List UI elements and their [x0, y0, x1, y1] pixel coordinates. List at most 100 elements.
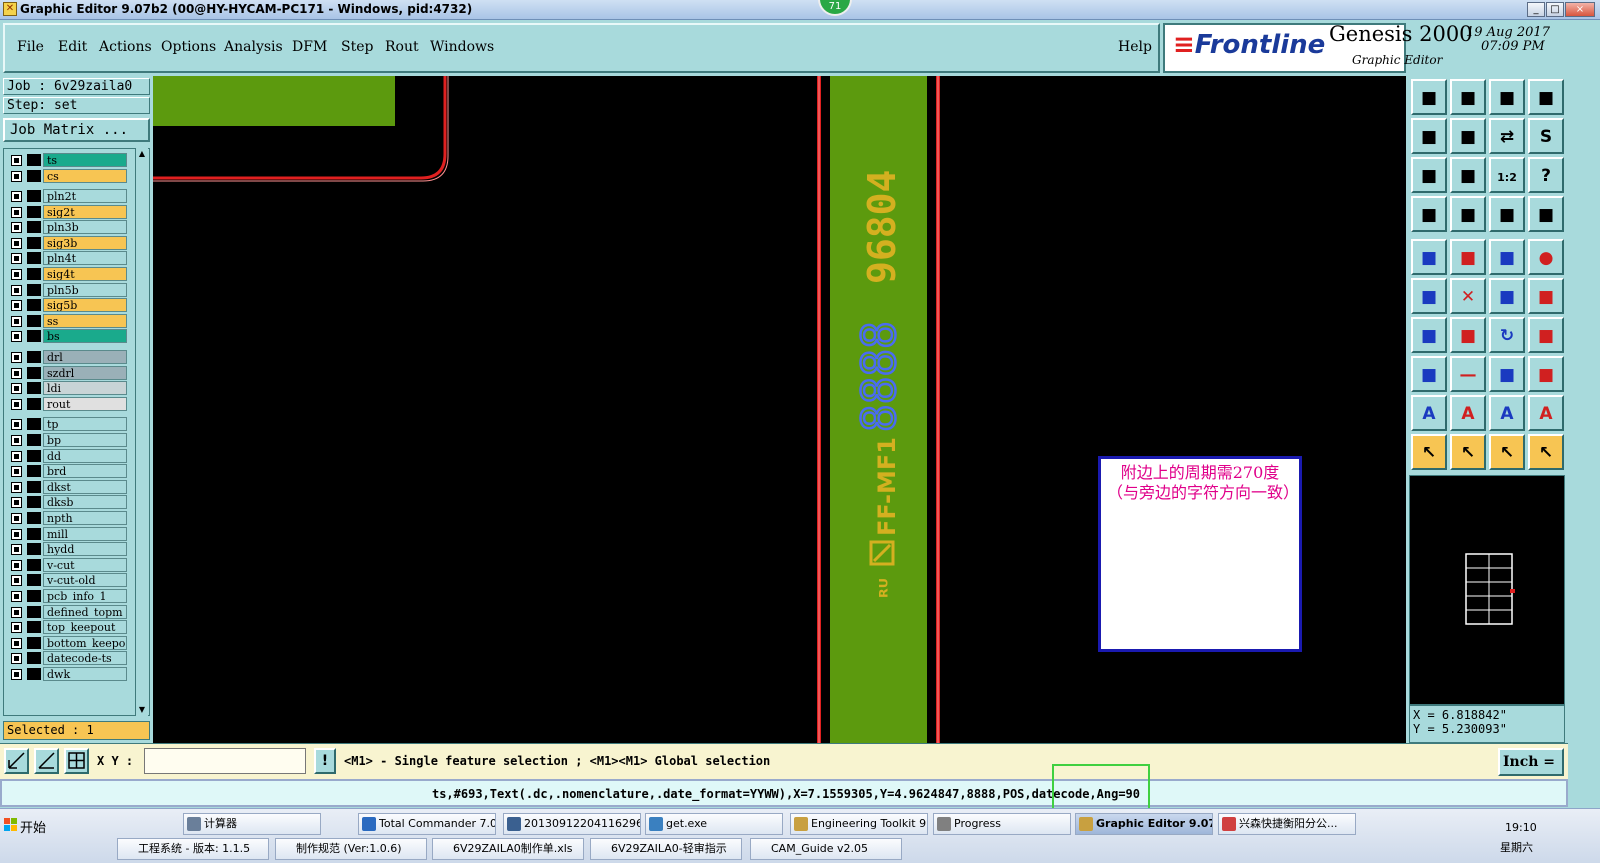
- tool-button-home[interactable]: ■: [1411, 79, 1447, 115]
- layer-row[interactable]: bp: [7, 433, 127, 447]
- tool-button-copy[interactable]: ■: [1528, 278, 1564, 314]
- tool-button-text-a[interactable]: A: [1489, 395, 1525, 431]
- snap-tool-button[interactable]: [4, 748, 29, 774]
- layer-row[interactable]: pln3b: [7, 220, 127, 235]
- taskbar-button[interactable]: Progress: [933, 813, 1071, 835]
- layer-checkbox[interactable]: [11, 383, 22, 395]
- xy-input[interactable]: [144, 748, 306, 774]
- layer-swatch[interactable]: [27, 512, 41, 524]
- layer-checkbox[interactable]: [11, 606, 22, 618]
- layer-name[interactable]: sig3b: [43, 235, 127, 250]
- layer-swatch[interactable]: [27, 480, 41, 493]
- layer-row[interactable]: sig3b: [7, 235, 127, 250]
- layer-checkbox[interactable]: [11, 637, 22, 649]
- tool-button-grid[interactable]: ■: [1450, 196, 1486, 232]
- layer-name[interactable]: drl: [43, 350, 127, 364]
- layer-name[interactable]: sig4t: [43, 267, 127, 281]
- taskbar-button[interactable]: Engineering Toolkit 9....: [790, 813, 928, 835]
- tool-button-help[interactable]: ?: [1528, 157, 1564, 193]
- layer-checkbox[interactable]: [11, 591, 22, 602]
- taskbar-button-secondary[interactable]: 工程系统 - 版本: 1.1.5: [117, 838, 269, 860]
- layer-name[interactable]: hydd: [43, 542, 127, 557]
- layer-swatch[interactable]: [27, 543, 41, 556]
- layer-swatch[interactable]: [27, 605, 41, 618]
- layer-name[interactable]: sig2t: [43, 204, 127, 219]
- tool-button-circle[interactable]: ●: [1528, 239, 1564, 275]
- windows-start-icon[interactable]: [4, 817, 18, 831]
- tool-button-pad-edit[interactable]: ■: [1411, 356, 1447, 392]
- layer-checkbox[interactable]: [11, 481, 22, 493]
- menu-edit[interactable]: Edit: [58, 39, 87, 55]
- mark-text[interactable]: FF-MF1: [873, 437, 901, 536]
- taskbar-button[interactable]: Total Commander 7.0...: [358, 813, 496, 835]
- layer-swatch[interactable]: [27, 221, 41, 234]
- layer-scrollbar[interactable]: ▲ ▼: [135, 148, 148, 716]
- layer-row[interactable]: sig2t: [7, 204, 127, 219]
- menu-windows[interactable]: Windows: [430, 39, 494, 55]
- layer-checkbox[interactable]: [11, 352, 22, 363]
- menu-rout[interactable]: Rout: [385, 39, 419, 55]
- close-button[interactable]: ×: [1565, 2, 1595, 17]
- drawing-canvas[interactable]: 96804 8888 FF-MF1 ᴿᵁ 附边上的周期需270度（与旁边的字符方…: [153, 76, 1406, 743]
- layer-swatch[interactable]: [27, 190, 41, 202]
- tool-button-layers[interactable]: ■: [1489, 196, 1525, 232]
- scroll-up-icon[interactable]: ▲: [136, 148, 148, 160]
- layer-row[interactable]: rout: [7, 396, 127, 411]
- tool-button-select-net[interactable]: ↖: [1528, 434, 1564, 470]
- layer-checkbox[interactable]: [11, 669, 22, 680]
- tool-button-zoom[interactable]: ■: [1450, 157, 1486, 193]
- layer-row[interactable]: bs: [7, 329, 127, 344]
- layer-checkbox[interactable]: [11, 206, 22, 218]
- layer-name[interactable]: sig5b: [43, 298, 127, 313]
- menu-options[interactable]: Options: [161, 39, 216, 55]
- layer-swatch[interactable]: [27, 418, 41, 431]
- layer-name[interactable]: bp: [43, 433, 127, 447]
- layer-name[interactable]: pcb_info_1: [43, 589, 127, 603]
- layer-checkbox[interactable]: [11, 559, 22, 571]
- layer-name[interactable]: bs: [43, 329, 127, 344]
- layer-swatch[interactable]: [27, 205, 41, 218]
- layer-name[interactable]: dwk: [43, 667, 127, 681]
- layer-row[interactable]: dksb: [7, 495, 127, 510]
- layer-row[interactable]: drl: [7, 350, 127, 364]
- layer-name[interactable]: pln2t: [43, 189, 127, 203]
- tool-button-pan-right[interactable]: ■: [1450, 118, 1486, 154]
- layer-row[interactable]: tp: [7, 417, 127, 432]
- tool-button-ruler[interactable]: ■: [1489, 239, 1525, 275]
- datecode-text-blue[interactable]: 8888: [851, 320, 908, 433]
- menu-step[interactable]: Step: [341, 39, 373, 55]
- taskbar-button-secondary[interactable]: 6V29ZAILA0-轻审指示: [590, 838, 742, 860]
- layer-row[interactable]: sig4t: [7, 267, 127, 281]
- layer-checkbox[interactable]: [11, 497, 22, 509]
- layer-swatch[interactable]: [27, 449, 41, 462]
- layer-row[interactable]: szdrl: [7, 365, 127, 380]
- layer-checkbox[interactable]: [11, 300, 22, 312]
- menu-analysis[interactable]: Analysis: [224, 39, 283, 55]
- layer-name[interactable]: top_keepout: [43, 620, 127, 635]
- tool-button-move[interactable]: ■: [1489, 278, 1525, 314]
- layer-swatch[interactable]: [27, 434, 41, 446]
- layer-swatch[interactable]: [27, 590, 41, 602]
- taskbar-button-secondary[interactable]: CAM_Guide v2.05: [750, 838, 902, 860]
- layer-checkbox[interactable]: [11, 450, 22, 462]
- tool-button-text[interactable]: A: [1411, 395, 1447, 431]
- layer-row[interactable]: ts: [7, 153, 127, 167]
- clock[interactable]: 19:10: [1505, 821, 1537, 834]
- layer-name[interactable]: npth: [43, 511, 127, 525]
- tool-button-minus[interactable]: —: [1450, 356, 1486, 392]
- tool-button-rotate[interactable]: ↻: [1489, 317, 1525, 353]
- layer-name[interactable]: mill: [43, 526, 127, 541]
- layer-checkbox[interactable]: [11, 653, 22, 665]
- taskbar-button-secondary[interactable]: 6V29ZAILA0制作单.xls: [432, 838, 584, 860]
- layer-row[interactable]: dd: [7, 448, 127, 463]
- layer-checkbox[interactable]: [11, 191, 22, 202]
- layer-row[interactable]: top_keepout: [7, 620, 127, 635]
- tool-button-fit[interactable]: ■: [1411, 157, 1447, 193]
- layer-swatch[interactable]: [27, 496, 41, 509]
- layer-checkbox[interactable]: [11, 155, 22, 166]
- layer-row[interactable]: sig5b: [7, 298, 127, 313]
- tool-button-redo[interactable]: S: [1528, 118, 1564, 154]
- layer-swatch[interactable]: [27, 314, 41, 327]
- tool-button-add-surface[interactable]: ■: [1450, 239, 1486, 275]
- layer-swatch[interactable]: [27, 236, 41, 249]
